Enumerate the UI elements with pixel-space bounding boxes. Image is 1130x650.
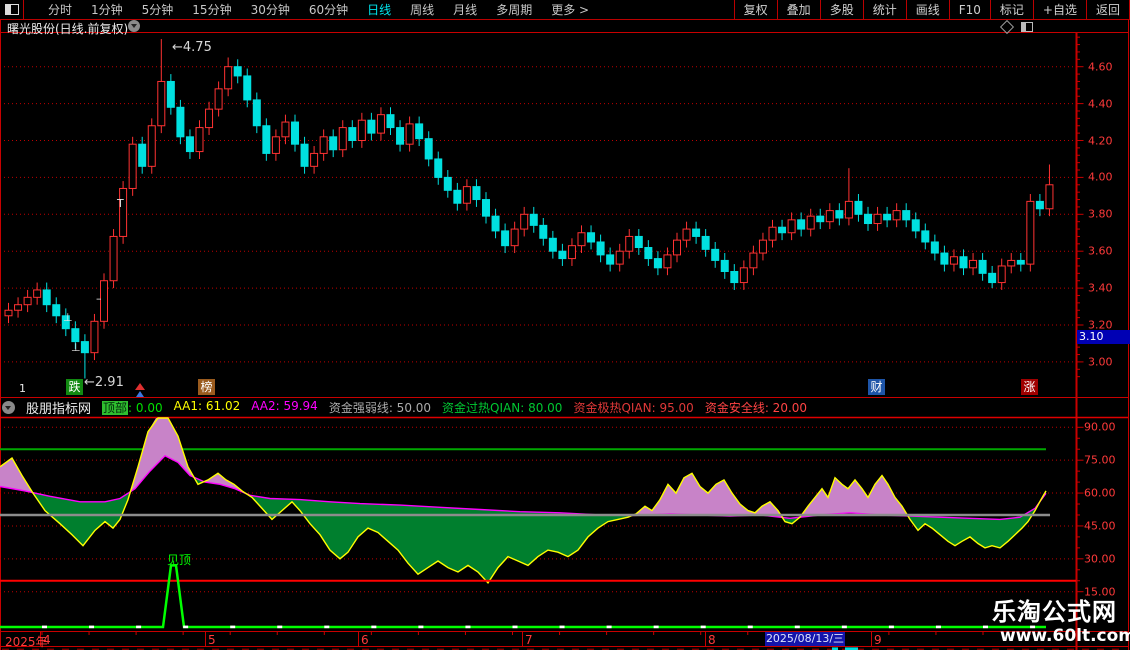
- indicator-header: 股朋指标网 顶部: 0.00 AA1: 61.02 AA2: 59.94 资金强弱线:…: [0, 399, 1076, 417]
- indicator-source: 股朋指标网: [26, 401, 92, 417]
- indicator-field-资金极热QIAN: 资金极热QIAN: 95.00: [573, 400, 694, 415]
- menu-period-4[interactable]: 30分钟: [251, 1, 290, 18]
- hotword-榜[interactable]: 榜: [198, 379, 215, 395]
- menu-period-1[interactable]: 1分钟: [91, 1, 123, 18]
- menu-tool-2[interactable]: 多股: [819, 0, 863, 19]
- x-axis-month-label: 5: [208, 633, 216, 647]
- indicator-axis-label: 75.00: [1084, 453, 1116, 467]
- menu-tool-6[interactable]: 标记: [989, 0, 1033, 19]
- period-menu: 分时 1分钟 5分钟 15分钟 30分钟 60分钟 日线 周线 月线 多周期 更多 >: [24, 1, 589, 18]
- fill-aa1-above: [0, 418, 1046, 518]
- price-axis-label: 3.80: [1088, 207, 1113, 221]
- price-axis-label: 3.40: [1088, 281, 1113, 295]
- watermark-line1: 乐淘公式网: [992, 598, 1117, 626]
- indicator-field-AA2: AA2: 59.94: [251, 398, 318, 413]
- x-axis-month-label: 6: [361, 633, 369, 647]
- svg-text:←2.91: ←2.91: [84, 375, 124, 390]
- hotword-财[interactable]: 财: [868, 379, 885, 395]
- current-date-tag: 2025/08/13/三: [765, 632, 845, 646]
- indicator-axis-label: 45.00: [1084, 519, 1116, 533]
- indicator-field-资金强弱线: 资金强弱线: 50.00: [328, 400, 432, 415]
- price-axis-label: 4.20: [1088, 134, 1113, 147]
- indicator-axis-label: 60.00: [1084, 486, 1116, 500]
- x-axis-month-label: 9: [874, 633, 882, 647]
- price-axis-label: 4.60: [1088, 60, 1113, 74]
- candlestick-series: [4, 39, 1054, 379]
- menu-period-0[interactable]: 分时: [48, 1, 72, 18]
- x-axis-month-label: 7: [525, 633, 533, 647]
- indicator-values: 顶部: 0.00 AA1: 61.02 AA2: 59.94 资金强弱线: 50.00…: [102, 399, 807, 416]
- menu-period-2[interactable]: 5分钟: [142, 1, 174, 18]
- price-axis-label: 4.00: [1088, 170, 1113, 184]
- chevron-down-icon[interactable]: [128, 20, 140, 32]
- price-axis-label: 3.00: [1088, 355, 1113, 369]
- chart-marker-3: –: [96, 292, 102, 305]
- indicator-field-顶部: 顶部: 0.00: [102, 400, 163, 415]
- menu-tool-4[interactable]: 画线: [905, 0, 949, 19]
- arrow-up-marker-icon: [135, 383, 145, 397]
- x-axis-month-label: 8: [708, 633, 716, 647]
- watermark: 乐淘公式网 www.60lt.com: [992, 600, 1130, 645]
- window-split-icon[interactable]: [1021, 22, 1033, 32]
- chart-marker-0: T: [117, 197, 124, 210]
- menu-period-6[interactable]: 日线: [367, 1, 391, 18]
- indicator-axis-label: 15.00: [1084, 585, 1116, 599]
- price-axis-label: 3.60: [1088, 244, 1113, 258]
- menu-tool-0[interactable]: 复权: [733, 0, 777, 19]
- indicator-field-AA1: AA1: 61.02: [173, 398, 241, 413]
- stock-title: 曙光股份(日线.前复权): [7, 22, 129, 36]
- tools-menu: 复权 叠加 多股 统计 画线 F10 标记 +自选 返回: [733, 0, 1130, 19]
- window-split-icon[interactable]: [0, 0, 24, 19]
- watermark-line2: www.60lt.com: [1000, 626, 1130, 646]
- price-axis-label: 4.40: [1088, 97, 1113, 111]
- svg-text:←4.75: ←4.75: [172, 40, 212, 55]
- menu-period-10[interactable]: 更多 >: [551, 1, 589, 18]
- menu-tool-8[interactable]: 返回: [1085, 0, 1130, 19]
- menu-period-7[interactable]: 周线: [410, 1, 434, 18]
- signal-top-label: 见顶: [167, 553, 192, 567]
- menu-period-5[interactable]: 60分钟: [309, 1, 348, 18]
- menu-tool-7[interactable]: +自选: [1032, 0, 1086, 19]
- x-axis-month-label: 4: [43, 633, 51, 647]
- menubar: 分时 1分钟 5分钟 15分钟 30分钟 60分钟 日线 周线 月线 多周期 更多 > 复权 叠加 多股…: [0, 0, 1130, 20]
- x-axis-year-label: 2025年: [5, 635, 48, 649]
- hotword-跌[interactable]: 跌: [66, 379, 83, 395]
- menu-tool-5[interactable]: F10: [948, 0, 990, 19]
- app-window: ←4.75 ←2.91 分时 1分钟 5分钟 15分钟 30分钟 60分钟 日线 周线 月线 多周期…: [0, 0, 1130, 650]
- diamond-icon[interactable]: [999, 19, 1015, 35]
- indicator-field-资金过热QIAN: 资金过热QIAN: 80.00: [442, 400, 563, 415]
- titlebar: 曙光股份(日线.前复权): [0, 19, 1130, 36]
- chevron-down-circle-icon[interactable]: [2, 400, 15, 414]
- menu-period-9[interactable]: 多周期: [496, 1, 532, 18]
- menu-tool-3[interactable]: 统计: [862, 0, 906, 19]
- current-price-tag: 3.10: [1077, 330, 1130, 344]
- menu-period-3[interactable]: 15分钟: [192, 1, 231, 18]
- hotword-涨[interactable]: 涨: [1021, 379, 1038, 395]
- indicator-field-资金安全线: 资金安全线: 20.00: [704, 400, 808, 415]
- chart-marker-4: 1: [19, 382, 26, 395]
- menu-tool-1[interactable]: 叠加: [776, 0, 820, 19]
- chart-marker-2: ⊥: [71, 341, 81, 354]
- chart-marker-1: ⊥: [63, 311, 73, 324]
- indicator-axis-label: 90.00: [1084, 420, 1116, 434]
- indicator-axis-label: 30.00: [1084, 552, 1116, 566]
- menu-period-8[interactable]: 月线: [453, 1, 477, 18]
